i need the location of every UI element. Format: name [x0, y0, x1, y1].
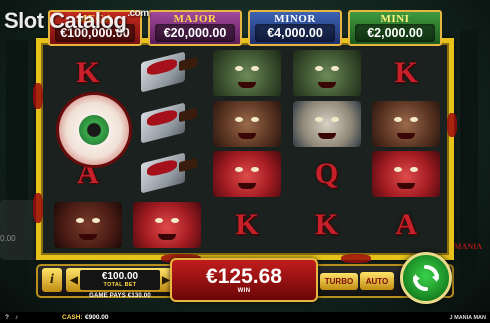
side-amount: 0.00: [0, 234, 16, 243]
turbo-button[interactable]: TURBO: [320, 273, 358, 290]
face-fat-icon: [212, 151, 281, 198]
symbol-q: Q: [314, 157, 339, 191]
status-bar: ? ♪ CASH: €900.00 J MANIA MAN: [0, 312, 490, 323]
bet-display: €100.00 TOTAL BET: [80, 270, 160, 290]
game-title: J MANIA MAN: [449, 314, 486, 321]
jackpot-major-title: MAJOR: [173, 13, 217, 25]
symbol-k: K: [235, 207, 259, 241]
reel-cell: Q: [288, 150, 366, 199]
reel-cell: [129, 100, 207, 149]
info-button[interactable]: i: [42, 268, 62, 292]
jackpot-mini-title: MINI: [380, 13, 410, 25]
symbol-k: K: [76, 56, 100, 90]
cash-value: €900.00: [85, 314, 109, 321]
reel-cell: [367, 100, 445, 149]
jackpot-minor-title: MINOR: [274, 13, 316, 25]
reel-cell: [208, 49, 286, 98]
side-logo: MANIA: [454, 242, 482, 251]
bet-decrease-icon[interactable]: ◀: [68, 271, 80, 289]
win-display: €125.68 WIN: [170, 258, 318, 302]
jackpot-minor: MINOR €4,000.00: [248, 10, 342, 46]
face-bald-icon: [372, 100, 441, 147]
help-button[interactable]: ?: [5, 314, 9, 321]
jackpot-major: MAJOR €20,000.00: [148, 10, 242, 46]
symbol-k: K: [314, 207, 339, 241]
watermark-logo: Slot Catalog.com: [4, 8, 149, 34]
eyeball-iris: [79, 115, 109, 145]
bet-label: TOTAL BET: [103, 281, 137, 288]
win-value: €125.68: [206, 265, 282, 288]
cleaver-icon: [135, 102, 199, 146]
jackpot-major-value: €20,000.00: [155, 24, 235, 42]
face-zombie-icon: [212, 50, 281, 97]
jackpot-mini-value: €2,000.00: [355, 24, 435, 42]
symbol-k: K: [394, 56, 418, 90]
reel-cell: K: [367, 49, 445, 98]
reel-cell: K: [288, 201, 366, 250]
cleaver-icon: [135, 152, 199, 196]
face-fat-icon: [372, 151, 441, 198]
auto-button[interactable]: AUTO: [360, 272, 394, 290]
face-bloody-icon: [53, 201, 122, 248]
eyeball-icon: [59, 95, 129, 165]
jackpot-minor-value: €4,000.00: [255, 24, 335, 42]
reel-cell: [129, 201, 207, 250]
reel-cell: [288, 49, 366, 98]
reel-cell: [367, 150, 445, 199]
reel-cell: A: [367, 201, 445, 250]
win-label: WIN: [237, 288, 251, 294]
sound-icon[interactable]: ♪: [15, 314, 18, 321]
reel-frame: KKAQKKA: [33, 38, 457, 263]
game-pays-text: GAME PAYS €130.00: [89, 293, 151, 299]
bet-value: €100.00: [101, 270, 139, 282]
face-fat-icon: [133, 201, 202, 248]
reel-cell: K: [49, 49, 127, 98]
cleaver-icon: [135, 51, 199, 95]
reel-cell: [129, 150, 207, 199]
spin-button[interactable]: [400, 252, 452, 304]
control-panel: i ◀ €100.00 TOTAL BET ▶ GAME PAYS €130.0…: [36, 252, 454, 306]
cash-label: CASH:: [62, 314, 83, 321]
face-bald-icon: [212, 100, 281, 147]
reel-cell: [129, 49, 207, 98]
face-zombie-icon: [292, 50, 361, 97]
symbol-a: A: [395, 207, 418, 241]
reel-cell: [288, 100, 366, 149]
watermark-suffix: .com: [127, 8, 149, 19]
jackpot-mini: MINI €2,000.00: [348, 10, 442, 46]
reel-cell: [208, 150, 286, 199]
reel-cell: K: [208, 201, 286, 250]
face-mask-icon: [292, 100, 361, 147]
bet-selector: ◀ €100.00 TOTAL BET ▶: [66, 268, 174, 292]
reel-cell: [208, 100, 286, 149]
spin-arrows-icon: [413, 265, 439, 291]
reel-cell: [49, 201, 127, 250]
watermark-text: Slot Catalog: [4, 8, 127, 33]
